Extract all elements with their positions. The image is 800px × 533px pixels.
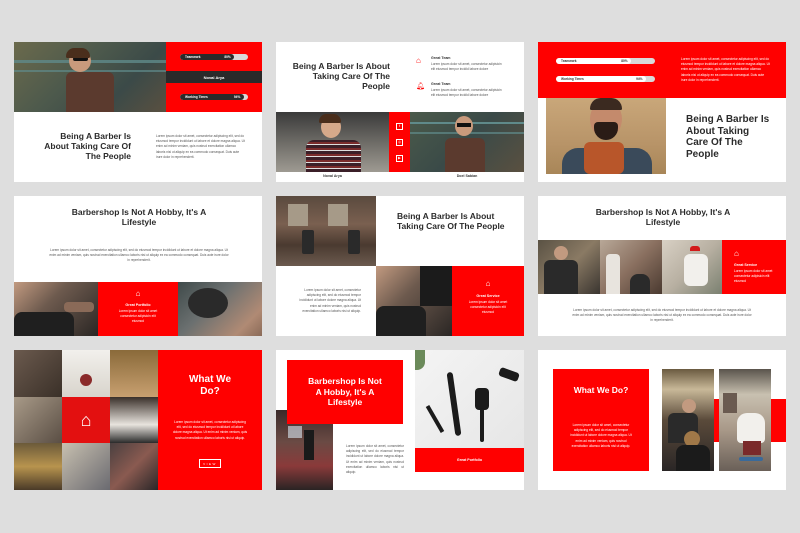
skill-bar-teamwork: Teamwork 80% (556, 58, 655, 64)
social-strip: t ◎ ▶ (389, 112, 410, 172)
skill-bar-teamwork: Teamwork 80% (180, 54, 248, 60)
photo-barber-tools (415, 350, 524, 448)
home-tile: ⌂ (62, 397, 110, 443)
skill-bar-working-times: Working Times 94% (180, 94, 248, 100)
skill-label: Teamwork (185, 55, 201, 59)
skill-percent: 94% (636, 77, 643, 81)
slide-title: Being A Barber Is About Taking Care Of T… (292, 61, 390, 91)
card-text: Lorem ipsum dolor sit amet consectetur a… (118, 309, 158, 324)
photo-barber-mirror (600, 240, 662, 294)
photo-barber-trim (14, 282, 98, 336)
photo-grid-7 (62, 443, 110, 490)
feature-card: ⌂ Great Service Lorem ipsum dolor sit am… (722, 240, 786, 294)
photo-grid-4 (14, 397, 62, 443)
feature-card: ⌂ Great Portfolio Lorem ipsum dolor sit … (98, 282, 178, 336)
header-band: Teamwork 80% Working Times 94% Lorem ips… (538, 42, 786, 98)
photo-bearded-man (546, 98, 666, 174)
youtube-icon[interactable]: ▶ (396, 154, 403, 162)
instagram-icon[interactable]: ◎ (396, 138, 403, 146)
photo-barber-client (719, 369, 771, 471)
photo-grid-5 (110, 397, 158, 443)
feature-text: Lorem ipsum dolor sit amet, consectetur … (431, 88, 502, 98)
photo-man-sunglasses (14, 42, 166, 112)
slide-title: What We Do? (188, 374, 232, 397)
photo-barber-cutting (662, 369, 714, 471)
card-title: Great Portfolio (125, 303, 151, 307)
person-name: Doel Sabian (456, 174, 478, 178)
slide-4[interactable]: Barbershop Is Not A Hobby, It's A Lifest… (14, 196, 262, 336)
photo-barber-trim (376, 266, 452, 336)
body-text: Lorem ipsum dolor sit amet, consectetur … (299, 288, 362, 313)
slide-title: Being A Barber Is About Taking Care Of T… (397, 211, 505, 231)
slide-7[interactable]: ⌂ What We Do? Lorem ipsum dolor sit amet… (14, 350, 262, 490)
slide-title: Barbershop Is Not A Hobby, It's A Lifest… (71, 207, 207, 227)
feature-title: Great Team (431, 82, 451, 86)
card-text: Lorem ipsum dolor sit amet consectetur a… (734, 269, 773, 284)
feature-text: Lorem ipsum dolor sit amet, consectetur … (431, 62, 502, 72)
home-icon: ⌂ (80, 409, 92, 430)
photo-man-sunglasses (410, 112, 524, 172)
card-title: Great Service (476, 294, 500, 298)
slide-6[interactable]: Barbershop Is Not A Hobby, It's A Lifest… (538, 196, 786, 336)
photo-tattoo-hands (178, 282, 262, 336)
content-panel: What We Do? Lorem ipsum dolor sit amet, … (553, 369, 649, 471)
name-strip: Noval Arya (166, 71, 262, 83)
feature-card: ⌂ Great Service Lorem ipsum dolor sit am… (452, 266, 524, 336)
slide-8[interactable]: Barbershop Is Not A Hobby, It's A Lifest… (276, 350, 524, 490)
bell-icon: 🔔︎ (416, 83, 425, 90)
photo-grid-1 (14, 350, 62, 397)
title-card: Barbershop Is Not A Hobby, It's A Lifest… (287, 360, 403, 424)
slide-title: Barbershop Is Not A Hobby, It's A Lifest… (308, 376, 382, 408)
photo-man-glasses (276, 112, 389, 172)
card-title: Great Portfolio (456, 458, 483, 462)
view-button-label: VIEW (203, 461, 217, 466)
photo-barber-tattooed (538, 240, 600, 294)
home-icon: ⌂ (135, 289, 141, 298)
card-title: Great Service (734, 263, 758, 267)
photo-grid-2 (62, 350, 110, 397)
photo-grid-6 (14, 443, 62, 490)
content-panel: What We Do? Lorem ipsum dolor sit amet, … (158, 350, 262, 490)
person-name: Noval Arya (323, 174, 342, 178)
home-icon: ⌂ (485, 279, 491, 288)
slide-9[interactable]: What We Do? Lorem ipsum dolor sit amet, … (538, 350, 786, 490)
body-text: Lorem ipsum dolor sit amet, consectetur … (156, 134, 245, 159)
home-icon: ⌂ (734, 249, 739, 258)
photo-grid-8 (110, 443, 158, 490)
feature-title: Great Team (431, 56, 451, 60)
photo-grid-3 (110, 350, 158, 397)
twitter-icon[interactable]: t (396, 122, 403, 130)
skills-panel: Teamwork 80% Noval Arya Working Times 94… (166, 42, 262, 112)
skill-percent: 80% (224, 55, 231, 59)
skill-percent: 94% (233, 95, 241, 99)
slide-5[interactable]: Being A Barber Is About Taking Care Of T… (276, 196, 524, 336)
slide-2[interactable]: Being A Barber Is About Taking Care Of T… (276, 42, 524, 182)
body-text: Lorem ipsum dolor sit amet, consectetur … (572, 308, 752, 323)
body-text: Lorem ipsum dolor sit amet, consectetur … (570, 423, 632, 448)
slide-3[interactable]: Teamwork 80% Working Times 94% Lorem ips… (538, 42, 786, 182)
skill-percent: 80% (621, 59, 628, 63)
skill-label: Teamwork (561, 59, 577, 63)
skill-label: Working Times (561, 77, 584, 81)
portfolio-strip: Great Portfolio (415, 448, 524, 472)
view-button[interactable]: VIEW (199, 459, 221, 468)
slide-title: Being A Barber Is About Taking Care Of T… (44, 131, 131, 161)
photo-barber-chair (662, 240, 722, 294)
body-text: Lorem ipsum dolor sit amet, consectetur … (172, 420, 248, 440)
home-icon: ⌂ (416, 56, 421, 65)
card-text: Lorem ipsum dolor sit amet consectetur a… (468, 300, 508, 315)
person-name: Noval Arya (203, 74, 225, 80)
photo-barbershop-interior (276, 196, 376, 266)
slide-1[interactable]: Teamwork 80% Noval Arya Working Times 94… (14, 42, 262, 182)
slide-title: What We Do? (573, 385, 629, 395)
skill-label: Working Times (185, 95, 208, 99)
body-text: Lorem ipsum dolor sit amet, consectetur … (346, 444, 404, 475)
body-text: Lorem ipsum dolor sit amet, consectetur … (681, 57, 770, 82)
slide-title: Being A Barber Is About Taking Care Of T… (686, 114, 770, 160)
skill-bar-working-times: Working Times 94% (556, 76, 655, 82)
slide-title: Barbershop Is Not A Hobby, It's A Lifest… (595, 207, 731, 227)
body-text: Lorem ipsum dolor sit amet, consectetur … (49, 248, 229, 263)
